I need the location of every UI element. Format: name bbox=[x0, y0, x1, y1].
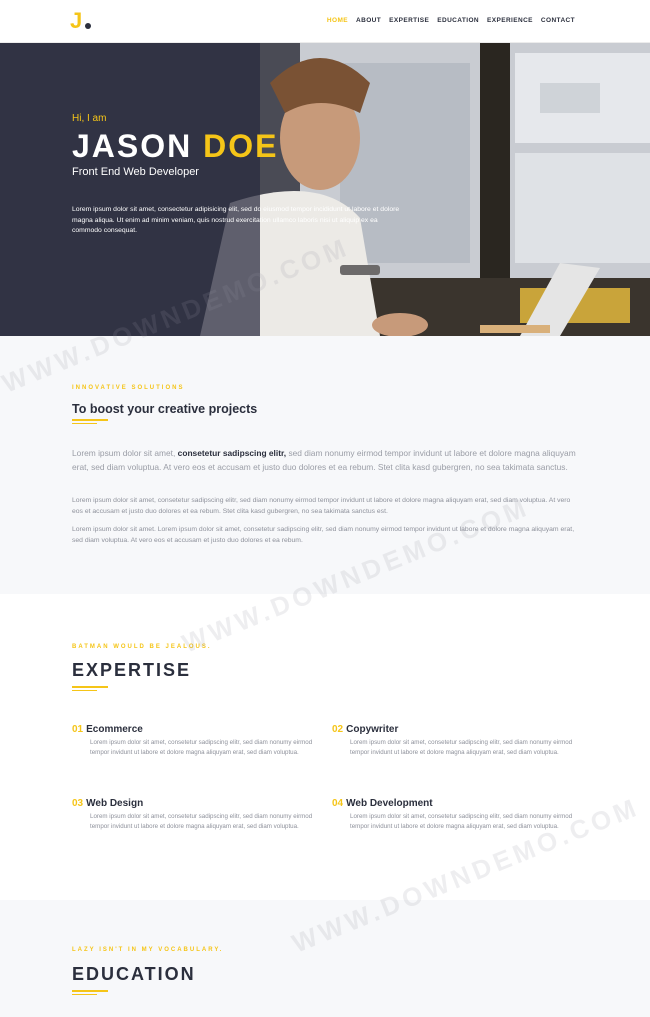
about-lead-bold: consetetur sadipscing elitr, bbox=[177, 448, 287, 458]
expertise-item-text: Lorem ipsum dolor sit amet, consetetur s… bbox=[90, 739, 313, 756]
expertise-item-name: Web Design bbox=[86, 798, 144, 809]
site-logo[interactable]: J bbox=[70, 10, 91, 32]
hero-name: JASON DOE bbox=[72, 128, 278, 164]
expertise-item-heading: 04 Web Development bbox=[332, 798, 562, 809]
expertise-section: BATMAN WOULD BE JEALOUS. EXPERTISE 01 Eco… bbox=[0, 594, 650, 900]
hero-first-name: JASON bbox=[72, 128, 193, 164]
about-title: To boost your creative projects bbox=[72, 402, 258, 416]
expertise-kicker: BATMAN WOULD BE JEALOUS. bbox=[72, 644, 212, 650]
expertise-item-heading: 03 Web Design bbox=[72, 798, 302, 809]
education-title: EDUCATION bbox=[72, 964, 196, 984]
expertise-item-text: Lorem ipsum dolor sit amet, consetetur s… bbox=[350, 739, 573, 756]
expertise-item-text: Lorem ipsum dolor sit amet, consetetur s… bbox=[350, 813, 573, 830]
education-kicker: LAZY ISN'T IN MY VOCABULARY. bbox=[72, 947, 224, 953]
expertise-item: 04 Web Development Lorem ipsum dolor sit … bbox=[332, 798, 572, 831]
about-paragraph-1: Lorem ipsum dolor sit amet, consetetur s… bbox=[72, 497, 571, 515]
nav-item-contact[interactable]: CONTACT bbox=[541, 17, 575, 24]
logo-dot bbox=[85, 23, 91, 29]
education-section: LAZY ISN'T IN MY VOCABULARY. EDUCATION bbox=[0, 900, 650, 1017]
nav-item-experience[interactable]: EXPERIENCE bbox=[487, 17, 533, 24]
main-menu: HOME ABOUT EXPERTISE EDUCATION EXPERIENC… bbox=[327, 17, 575, 24]
expertise-item-name: Ecommerce bbox=[86, 724, 143, 735]
about-paragraph-2: Lorem ipsum dolor sit amet. Lorem ipsum … bbox=[72, 526, 575, 544]
expertise-item-number: 04 bbox=[332, 798, 344, 809]
expertise-title-underline bbox=[72, 686, 108, 691]
expertise-item: 02 Copywriter Lorem ipsum dolor sit amet,… bbox=[332, 724, 572, 757]
nav-item-education[interactable]: EDUCATION bbox=[437, 17, 479, 24]
expertise-title: EXPERTISE bbox=[72, 660, 192, 680]
hero-role: Front End Web Developer bbox=[72, 166, 199, 178]
education-title-underline bbox=[72, 990, 108, 995]
about-kicker: INNOVATIVE SOLUTIONS bbox=[72, 385, 185, 391]
about-lead-start: Lorem ipsum dolor sit amet, bbox=[72, 448, 178, 458]
about-section: INNOVATIVE SOLUTIONS To boost your creat… bbox=[0, 336, 650, 594]
about-lead: Lorem ipsum dolor sit amet, consetetur s… bbox=[72, 447, 577, 474]
expertise-item: 03 Web Design Lorem ipsum dolor sit amet,… bbox=[72, 798, 312, 831]
hero-greeting: Hi, I am bbox=[72, 113, 107, 124]
expertise-item-heading: 02 Copywriter bbox=[332, 724, 562, 735]
expertise-item-number: 02 bbox=[332, 724, 344, 735]
expertise-item-text: Lorem ipsum dolor sit amet, consetetur s… bbox=[90, 813, 313, 830]
nav-item-home[interactable]: HOME bbox=[327, 17, 348, 24]
expertise-item-number: 03 bbox=[72, 798, 84, 809]
hero-description: Lorem ipsum dolor sit amet, consectetur … bbox=[72, 206, 400, 235]
expertise-item: 01 Ecommerce Lorem ipsum dolor sit amet, … bbox=[72, 724, 312, 757]
hero-overlay bbox=[0, 43, 260, 336]
top-navbar: J HOME ABOUT EXPERTISE EDUCATION EXPERIE… bbox=[0, 0, 650, 43]
nav-item-expertise[interactable]: EXPERTISE bbox=[389, 17, 429, 24]
expertise-item-name: Web Development bbox=[346, 798, 433, 809]
logo-letter: J bbox=[70, 8, 83, 33]
expertise-item-heading: 01 Ecommerce bbox=[72, 724, 302, 735]
hero-last-name: DOE bbox=[203, 128, 279, 164]
hero-intro: Hi, I am JASON DOE Front End Web Develop… bbox=[72, 113, 278, 178]
hero-section: Hi, I am JASON DOE Front End Web Develop… bbox=[0, 43, 650, 336]
about-title-underline bbox=[72, 419, 108, 424]
expertise-item-number: 01 bbox=[72, 724, 84, 735]
expertise-item-name: Copywriter bbox=[346, 724, 399, 735]
nav-item-about[interactable]: ABOUT bbox=[356, 17, 381, 24]
